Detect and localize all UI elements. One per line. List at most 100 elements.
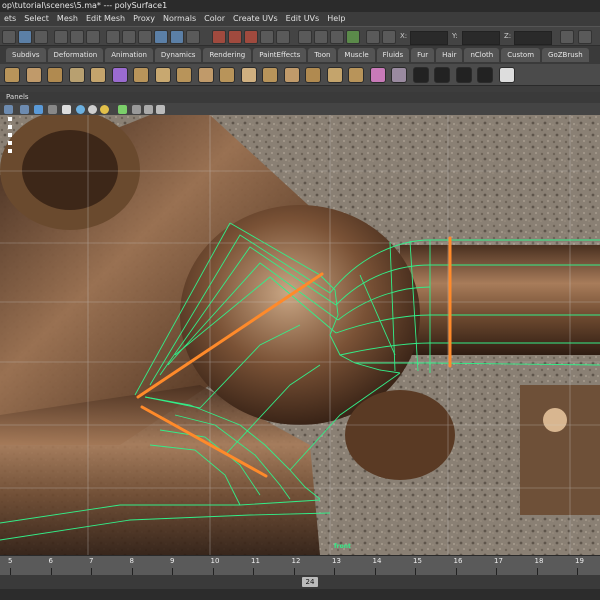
checker-spherical-icon[interactable] xyxy=(477,67,493,83)
select-hierarchy-icon[interactable] xyxy=(54,30,68,44)
y-input[interactable] xyxy=(462,31,500,45)
poly-plane-icon[interactable] xyxy=(154,67,171,83)
isolate-select-icon[interactable] xyxy=(118,105,127,114)
render-frame-icon[interactable] xyxy=(314,30,328,44)
select-component-icon[interactable] xyxy=(86,30,100,44)
attribute-editor-icon[interactable] xyxy=(560,30,574,44)
frame-tick-label: 10 xyxy=(210,557,220,565)
shelf-tab-rendering[interactable]: Rendering xyxy=(203,48,252,62)
front-viewport[interactable]: front xyxy=(0,115,600,555)
shelf-tab-fluids[interactable]: Fluids xyxy=(376,48,410,62)
pick-deformations-icon[interactable] xyxy=(186,30,200,44)
menu-create-uvs[interactable]: Create UVs xyxy=(229,12,282,26)
command-line[interactable] xyxy=(0,589,600,600)
menu-normals[interactable]: Normals xyxy=(159,12,200,26)
menu-select[interactable]: Select xyxy=(20,12,53,26)
poly-collapse-icon[interactable] xyxy=(348,67,364,83)
shelf-tab-dynamics[interactable]: Dynamics xyxy=(154,48,202,62)
poly-wedge-icon[interactable] xyxy=(219,67,235,83)
poly-ring-icon[interactable] xyxy=(68,67,85,83)
history-icon[interactable] xyxy=(298,30,312,44)
shelf-tab-custom[interactable]: Custom xyxy=(501,48,541,62)
poly-fill-icon[interactable] xyxy=(283,67,300,83)
poly-extrude-icon[interactable] xyxy=(240,67,257,83)
checker-uv-icon[interactable] xyxy=(412,67,429,83)
pick-handles-icon[interactable] xyxy=(122,30,136,44)
lasso-tool-icon[interactable] xyxy=(34,30,48,44)
camera-attributes-icon[interactable] xyxy=(4,105,13,114)
menu-ets[interactable]: ets xyxy=(0,12,20,26)
frame-tick-label: 8 xyxy=(129,557,134,565)
wireframe-on-shaded-icon[interactable] xyxy=(48,105,57,114)
shelf-tab-gozbrush[interactable]: GoZBrush xyxy=(542,48,589,62)
checker-planar-icon[interactable] xyxy=(434,67,450,83)
x-input[interactable] xyxy=(410,31,448,45)
uv-layout-icon[interactable] xyxy=(391,67,407,83)
input-mode-icon[interactable] xyxy=(366,30,380,44)
select-tool-icon[interactable] xyxy=(18,30,32,44)
poly-cone-icon[interactable] xyxy=(369,67,386,83)
poly-bridge-icon[interactable] xyxy=(197,67,214,83)
ipr-render-icon[interactable] xyxy=(330,30,344,44)
select-object-icon[interactable] xyxy=(70,30,84,44)
poly-split-icon[interactable] xyxy=(262,67,278,83)
xray-joints-icon[interactable] xyxy=(144,105,153,114)
smooth-shading-icon[interactable] xyxy=(34,105,43,114)
poly-append-icon[interactable] xyxy=(326,67,343,83)
menu-help[interactable]: Help xyxy=(323,12,349,26)
menu-set-icon[interactable] xyxy=(2,30,16,44)
shelf-tab-ncloth[interactable]: nCloth xyxy=(464,48,500,62)
frame-tick-label: 15 xyxy=(413,557,422,565)
grid-toggle-icon[interactable] xyxy=(156,105,165,114)
make-live-icon[interactable] xyxy=(276,30,290,44)
all-lights-icon[interactable] xyxy=(88,105,97,114)
poly-gear-icon[interactable] xyxy=(90,67,106,83)
poly-merge-icon[interactable] xyxy=(305,67,321,83)
shelf-tab-muscle[interactable]: Muscle xyxy=(338,48,375,62)
xray-icon[interactable] xyxy=(132,105,141,114)
pick-surfaces-icon[interactable] xyxy=(170,30,184,44)
shelf-tab-animation[interactable]: Animation xyxy=(105,48,153,62)
shelf-tab-subdivs[interactable]: Subdivs xyxy=(6,48,46,62)
poly-torus-icon[interactable] xyxy=(47,67,63,83)
poly-cube-icon[interactable] xyxy=(111,67,128,83)
checker-cylindrical-icon[interactable] xyxy=(455,67,472,83)
poly-sphere-icon[interactable] xyxy=(25,67,42,83)
shelf-tab-fur[interactable]: Fur xyxy=(411,48,435,62)
render-settings-icon[interactable] xyxy=(346,30,360,44)
menu-color[interactable]: Color xyxy=(200,12,229,26)
wireframe-shading-icon[interactable] xyxy=(20,105,29,114)
frame-tick-label: 16 xyxy=(453,557,463,565)
channel-box-icon[interactable] xyxy=(578,30,592,44)
shelf-tab-painteffects[interactable]: PaintEffects xyxy=(253,48,307,62)
shelf-tab-toon[interactable]: Toon xyxy=(308,48,337,62)
pipe-bracket xyxy=(520,385,600,515)
menu-proxy[interactable]: Proxy xyxy=(129,12,159,26)
relative-transform-icon[interactable] xyxy=(382,30,396,44)
poly-combine-icon[interactable] xyxy=(176,67,192,83)
snap-view-plane-icon[interactable] xyxy=(260,30,274,44)
poly-bevel-icon[interactable] xyxy=(133,67,149,83)
snap-grid-icon[interactable] xyxy=(212,30,226,44)
pick-curves-icon[interactable] xyxy=(154,30,168,44)
menu-mesh[interactable]: Mesh xyxy=(53,12,82,26)
panels-menu[interactable]: Panels xyxy=(6,93,29,101)
time-slider[interactable]: 5 6 7 8 9 10 11 12 13 14 15 16 17 18 19 xyxy=(0,555,600,576)
textured-icon[interactable] xyxy=(62,105,71,114)
menu-edit-uvs[interactable]: Edit UVs xyxy=(282,12,324,26)
snap-curve-icon[interactable] xyxy=(228,30,242,44)
snap-point-icon[interactable] xyxy=(244,30,258,44)
checker-auto-icon[interactable] xyxy=(498,67,515,83)
frame-tick-label: 14 xyxy=(372,557,382,565)
pick-joints-icon[interactable] xyxy=(138,30,152,44)
shelf-tab-deformation[interactable]: Deformation xyxy=(47,48,104,62)
range-slider[interactable]: 24 xyxy=(0,575,600,589)
shelf-tab-hair[interactable]: Hair xyxy=(436,48,463,62)
pick-mask-icon[interactable] xyxy=(106,30,120,44)
poly-cylinder-icon[interactable] xyxy=(4,67,20,83)
menu-edit-mesh[interactable]: Edit Mesh xyxy=(82,12,129,26)
z-input[interactable] xyxy=(514,31,552,45)
default-lighting-icon[interactable] xyxy=(76,105,85,114)
current-frame-handle[interactable]: 24 xyxy=(302,577,318,587)
shadows-icon[interactable] xyxy=(100,105,109,114)
